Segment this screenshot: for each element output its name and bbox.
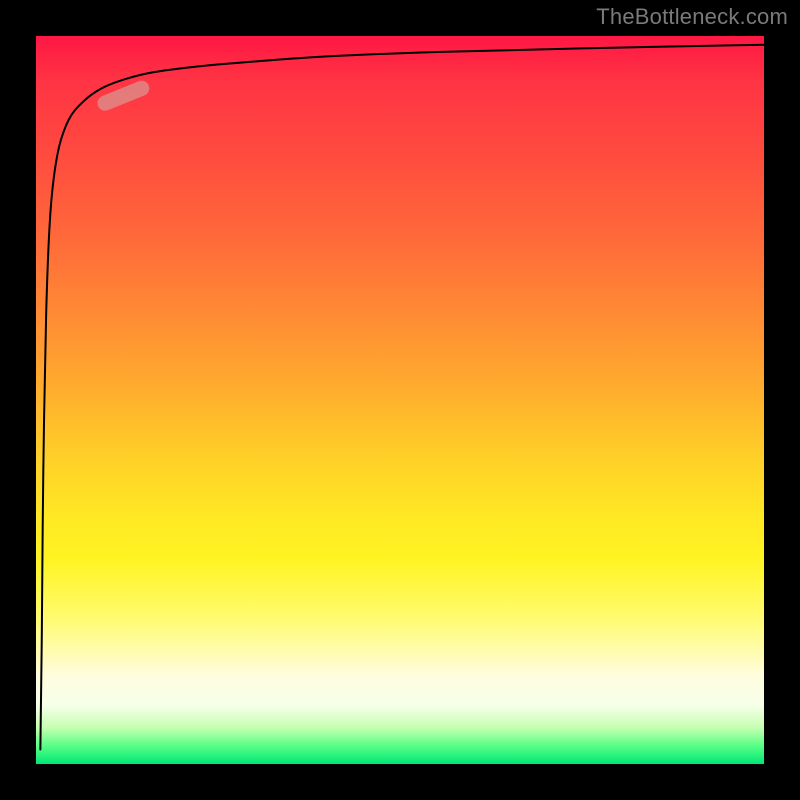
curve-layer: [36, 36, 764, 764]
chart-stage: TheBottleneck.com: [0, 0, 800, 800]
plot-area: [36, 36, 764, 764]
highlight-pill: [95, 78, 151, 113]
watermark-text: TheBottleneck.com: [596, 4, 788, 30]
curve-line: [40, 45, 764, 750]
